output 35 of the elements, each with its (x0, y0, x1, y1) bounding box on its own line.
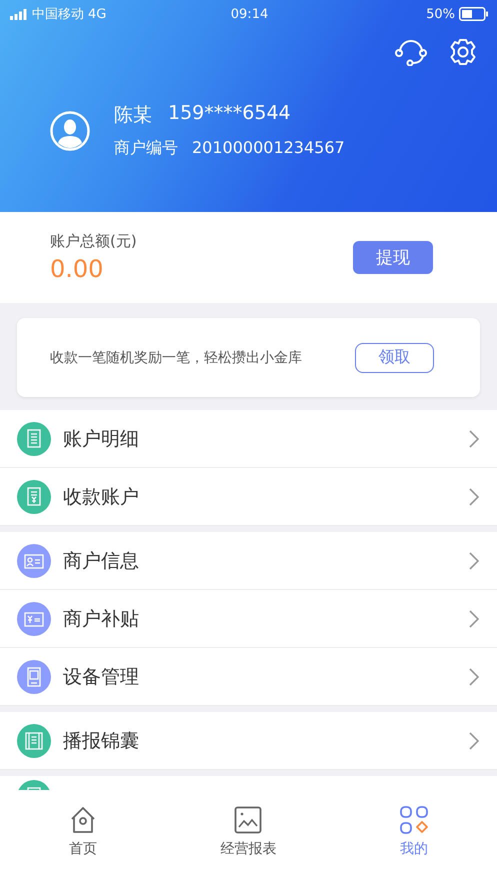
claim-button[interactable]: 领取 (355, 342, 434, 372)
home-icon (68, 806, 97, 834)
user-name: 陈某 (114, 103, 152, 128)
chevron-icon (469, 668, 479, 686)
menu-item[interactable]: 播报锦囊 (0, 712, 497, 770)
customer-service-icon[interactable] (395, 38, 427, 66)
menu-item[interactable]: 收款账户 (0, 468, 497, 526)
chevron-icon (469, 732, 479, 750)
grid-icon (400, 806, 428, 834)
withdraw-button[interactable]: 提现 (353, 241, 433, 274)
chevron-icon (469, 552, 479, 570)
signal-icon (10, 8, 28, 20)
tab[interactable]: 首页 (22, 790, 143, 883)
image-icon (234, 806, 262, 834)
battery-text: 50% (426, 6, 455, 22)
menu-item[interactable]: 账户明细 (0, 410, 497, 468)
settings-icon[interactable] (449, 38, 477, 66)
menu-item[interactable]: 商户信息 (0, 532, 497, 590)
carrier-text: 中国移动 (32, 6, 84, 23)
menu-item[interactable]: 商户补贴 (0, 590, 497, 648)
menu-item[interactable]: 设备管理 (0, 648, 497, 706)
battery-icon (459, 7, 489, 21)
avatar-icon (50, 110, 90, 150)
clock-text: 09:14 (230, 6, 268, 22)
merchant-label: 商户编号 (114, 138, 178, 159)
chevron-icon (469, 610, 479, 628)
chevron-icon (469, 430, 479, 448)
merchant-number: 201000001234567 (192, 138, 345, 159)
balance-label: 账户总额(元) (50, 232, 137, 251)
tab[interactable]: 经营报表 (188, 790, 308, 883)
balance-amount: 0.00 (50, 255, 104, 283)
chevron-icon (469, 488, 479, 506)
promo-text: 收款一笔随机奖励一笔，轻松攒出小金库 (50, 348, 302, 366)
network-text: 4G (88, 6, 106, 22)
phone-number: 159****6544 (168, 102, 291, 126)
